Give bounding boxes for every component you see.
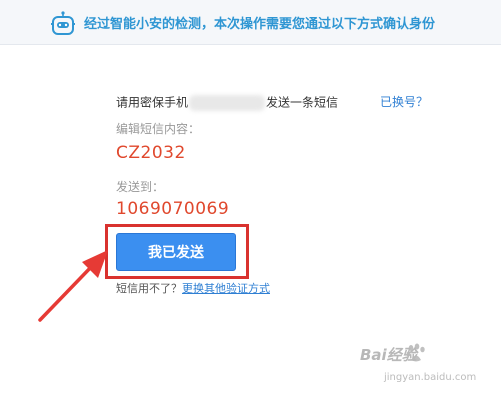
- watermark-url: jingyan.baidu.com: [384, 372, 477, 383]
- send-to-number: 1069070069: [116, 199, 230, 219]
- alternative-verification-row: 短信用不了？更换其他验证方式: [116, 280, 270, 296]
- send-to-label: 发送到：: [116, 180, 165, 194]
- watermark-text: Bai经验: [360, 346, 417, 364]
- robot-assistant-icon: [51, 11, 75, 35]
- sms-instruction: 请用密保手机 发送一条短信: [116, 93, 338, 111]
- sent-confirm-button[interactable]: 我已发送: [116, 233, 236, 271]
- change-phone-link[interactable]: 已换号？: [380, 93, 428, 111]
- sms-unavailable-prompt: 短信用不了？: [116, 282, 182, 295]
- sms-instruction-suffix: 发送一条短信: [266, 95, 339, 110]
- annotation-arrow-icon: [38, 250, 108, 322]
- sms-content-code: CZ2032: [116, 143, 186, 163]
- header-title: 经过智能小安的检测，本次操作需要您通过以下方式确认身份: [84, 17, 436, 32]
- sms-content-label: 编辑短信内容：: [116, 122, 201, 136]
- change-verification-method-link[interactable]: 更换其他验证方式: [182, 282, 270, 295]
- verification-header: 经过智能小安的检测，本次操作需要您通过以下方式确认身份: [0, 0, 501, 45]
- sms-instruction-prefix: 请用密保手机: [116, 95, 189, 110]
- masked-phone-number: [189, 94, 266, 111]
